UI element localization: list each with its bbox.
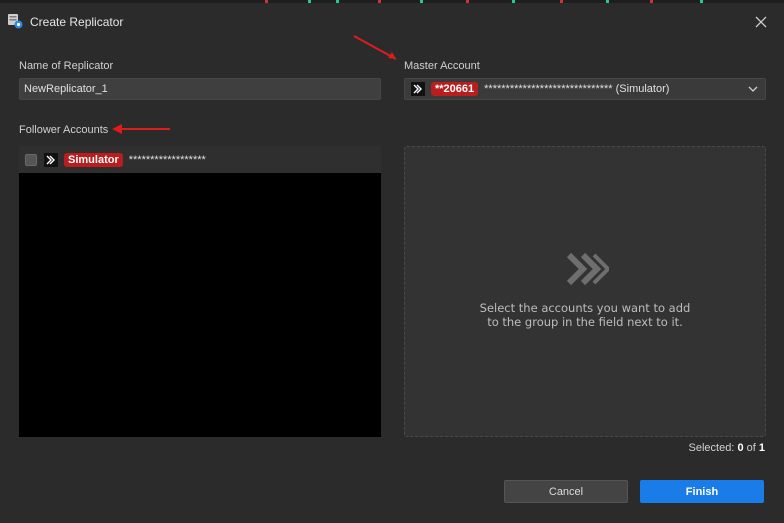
master-account-select[interactable]: **20661 ****************************** (… — [404, 78, 766, 100]
replicator-name-input[interactable] — [19, 78, 381, 100]
window-title: Create Replicator — [30, 15, 124, 29]
replicator-arrows-icon — [566, 252, 609, 286]
follower-accounts-list: Simulator ****************** — [19, 146, 381, 437]
selected-number: 0 — [737, 442, 744, 454]
follower-account-masked: ****************** — [128, 153, 206, 166]
cancel-button[interactable]: Cancel — [504, 480, 628, 503]
list-item[interactable]: Simulator ****************** — [19, 146, 381, 173]
selected-of: of — [746, 442, 756, 454]
account-checkbox[interactable] — [25, 153, 37, 166]
master-account-label: Master Account — [404, 60, 480, 72]
follower-accounts-label: Follower Accounts — [19, 124, 109, 136]
replicator-name-label: Name of Replicator — [19, 60, 114, 72]
account-logo-icon — [44, 152, 58, 167]
annotation-arrow-follower — [112, 124, 170, 134]
dropzone-hint: Select the accounts you want to add to t… — [405, 301, 765, 329]
account-logo-icon — [411, 82, 425, 96]
finish-button[interactable]: Finish — [640, 480, 764, 503]
annotation-arrow-master — [353, 35, 397, 60]
selected-accounts-dropzone[interactable]: Select the accounts you want to add to t… — [404, 146, 766, 437]
chevron-down-icon — [748, 86, 758, 92]
close-icon[interactable] — [750, 11, 772, 33]
follower-account-badge: Simulator — [64, 152, 123, 167]
selected-total: 1 — [758, 442, 765, 454]
replicator-app-icon — [8, 14, 23, 29]
master-account-badge: **20661 — [431, 82, 479, 96]
selected-count: Selected: 0 of 1 — [689, 442, 766, 454]
master-account-masked: ****************************** (Simulato… — [484, 83, 670, 95]
dropzone-hint-line1: Select the accounts you want to add — [479, 301, 691, 315]
selected-prefix: Selected: — [688, 442, 735, 454]
dropzone-hint-line2: to the group in the field next to it. — [487, 315, 683, 329]
